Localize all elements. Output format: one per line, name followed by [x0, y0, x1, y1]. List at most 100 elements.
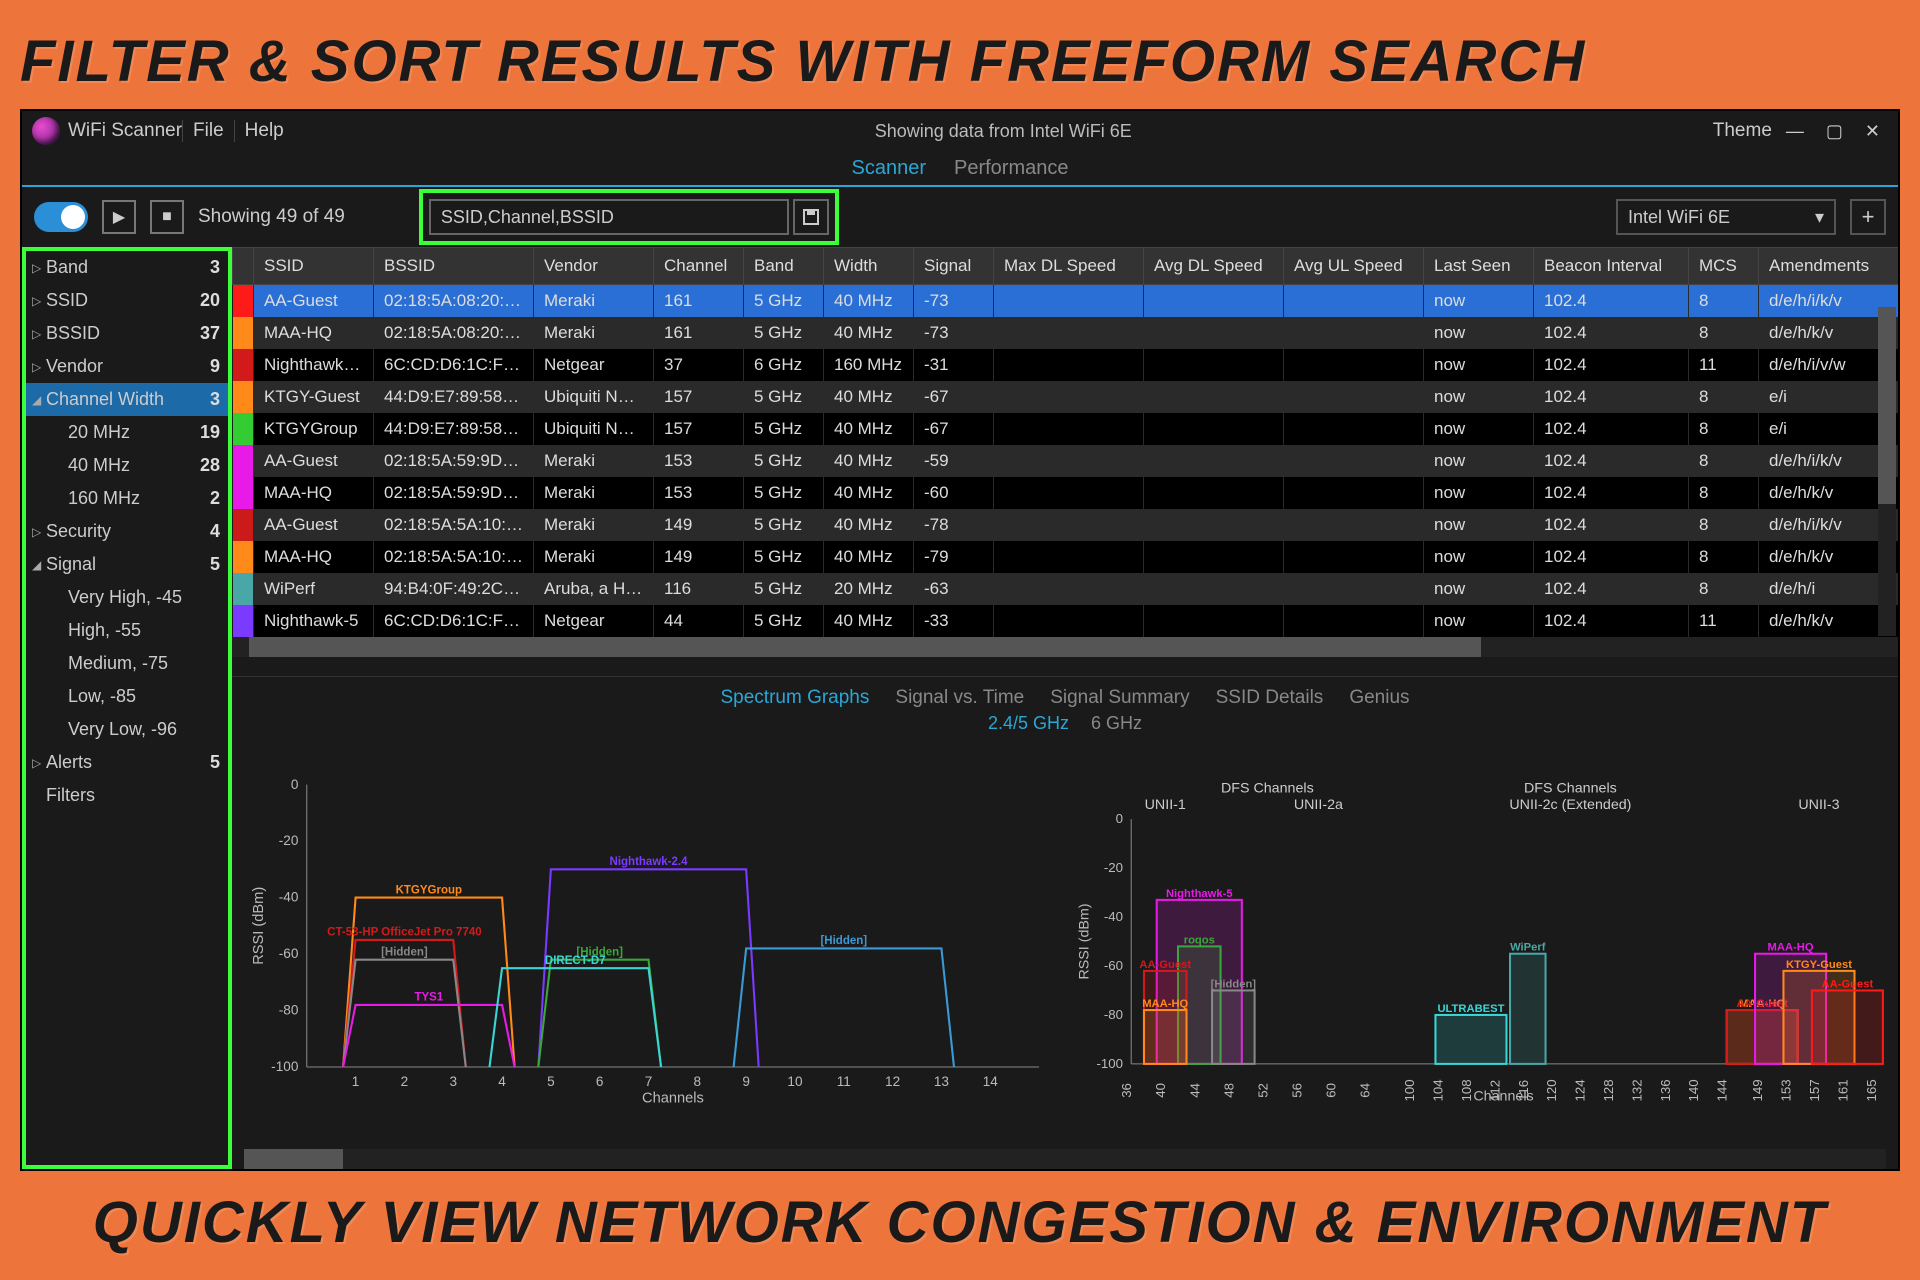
column-header[interactable]: Max DL Speed	[994, 248, 1144, 285]
svg-text:64: 64	[1357, 1083, 1372, 1098]
svg-text:136: 136	[1658, 1079, 1673, 1101]
column-header[interactable]: Channel	[654, 248, 744, 285]
svg-text:[Hidden]: [Hidden]	[381, 947, 428, 959]
sidebar-item[interactable]: ◢Channel Width3	[26, 383, 228, 416]
column-header[interactable]: Vendor	[534, 248, 654, 285]
bottom-banner: QUICKLY VIEW NETWORK CONGESTION & ENVIRO…	[20, 1171, 1900, 1260]
table-row[interactable]: Nighthawk-6G6C:CD:D6:1C:FF:A5Netgear376 …	[233, 349, 1899, 381]
svg-text:AA-Guest: AA-Guest	[1139, 959, 1191, 971]
tab-genius[interactable]: Genius	[1349, 687, 1409, 709]
tab-ssid-details[interactable]: SSID Details	[1216, 687, 1324, 709]
sidebar-item[interactable]: Medium, -75	[26, 647, 228, 680]
tab-signal-summary[interactable]: Signal Summary	[1050, 687, 1189, 709]
tab-24-5ghz[interactable]: 2.4/5 GHz	[988, 713, 1069, 734]
table-row[interactable]: AA-Guest02:18:5A:5A:10:31Meraki1495 GHz4…	[233, 509, 1899, 541]
close-icon[interactable]: ✕	[1865, 121, 1880, 142]
adapter-select[interactable]: Intel WiFi 6E ▾	[1616, 199, 1836, 235]
svg-text:-40: -40	[1104, 909, 1123, 924]
band-tabs: 2.4/5 GHz 6 GHz	[232, 713, 1898, 740]
column-header[interactable]: Avg UL Speed	[1284, 248, 1424, 285]
svg-text:[Hidden]: [Hidden]	[820, 935, 867, 947]
column-header[interactable]: Amendments	[1759, 248, 1899, 285]
menu-file[interactable]: File	[182, 120, 234, 142]
spectrum-graph-5ghz: 0-20-40-60-80-10036404448525660641001041…	[1070, 746, 1886, 1137]
search-container	[419, 189, 839, 245]
column-header[interactable]: SSID	[254, 248, 374, 285]
column-header[interactable]	[233, 248, 254, 285]
sidebar-item[interactable]: ▷Band3	[26, 251, 228, 284]
add-button[interactable]: +	[1850, 199, 1886, 235]
stop-button[interactable]: ■	[150, 200, 184, 234]
save-search-button[interactable]	[793, 199, 829, 235]
sidebar-item[interactable]: ▷SSID20	[26, 284, 228, 317]
tab-signal-vs-time[interactable]: Signal vs. Time	[895, 687, 1024, 709]
bottom-hscrollbar[interactable]	[244, 1149, 1886, 1169]
table-row[interactable]: KTGY-Guest44:D9:E7:89:58:51Ubiquiti Netw…	[233, 381, 1899, 413]
search-input[interactable]	[429, 199, 789, 235]
table-row[interactable]: KTGYGroup44:D9:E7:89:58:50Ubiquiti Netwo…	[233, 413, 1899, 445]
table-row[interactable]: MAA-HQ02:18:5A:08:20:C0Meraki1615 GHz40 …	[233, 317, 1899, 349]
svg-text:4: 4	[498, 1074, 506, 1089]
svg-text:roqos: roqos	[1184, 934, 1215, 946]
svg-text:56: 56	[1289, 1083, 1304, 1098]
table-hscrollbar[interactable]	[232, 637, 1898, 657]
svg-text:-60: -60	[279, 946, 299, 961]
column-header[interactable]: Last Seen	[1424, 248, 1534, 285]
svg-text:13: 13	[934, 1074, 949, 1089]
column-header[interactable]: Beacon Interval	[1534, 248, 1689, 285]
wifi-scanner-window: WiFi Scanner File Help Showing data from…	[20, 109, 1900, 1171]
menu-help[interactable]: Help	[234, 120, 294, 142]
svg-text:149: 149	[1750, 1079, 1765, 1101]
column-header[interactable]: Width	[824, 248, 914, 285]
table-row[interactable]: AA-Guest02:18:5A:59:9D:31Meraki1535 GHz4…	[233, 445, 1899, 477]
column-header[interactable]: Signal	[914, 248, 994, 285]
svg-text:Nighthawk-5: Nighthawk-5	[1166, 888, 1233, 900]
sidebar-item[interactable]: Very Low, -96	[26, 713, 228, 746]
svg-text:165: 165	[1864, 1079, 1879, 1101]
table-row[interactable]: Nighthawk-56C:CD:D6:1C:FF:A7Netgear445 G…	[233, 605, 1899, 637]
column-header[interactable]: Band	[744, 248, 824, 285]
svg-text:9: 9	[742, 1074, 750, 1089]
svg-text:157: 157	[1807, 1079, 1822, 1101]
titlebar: WiFi Scanner File Help Showing data from…	[22, 111, 1898, 151]
svg-text:UNII-1: UNII-1	[1145, 797, 1186, 813]
column-header[interactable]: Avg DL Speed	[1144, 248, 1284, 285]
svg-text:7: 7	[645, 1074, 653, 1089]
play-button[interactable]: ▶	[102, 200, 136, 234]
minimize-icon[interactable]: —	[1786, 121, 1804, 142]
sidebar-item[interactable]: ◢Signal5	[26, 548, 228, 581]
sidebar-item[interactable]: Low, -85	[26, 680, 228, 713]
table-row[interactable]: MAA-HQ02:18:5A:59:9D:30Meraki1535 GHz40 …	[233, 477, 1899, 509]
svg-text:-60: -60	[1104, 958, 1123, 973]
svg-text:14: 14	[983, 1074, 999, 1089]
sidebar-item[interactable]: ▷BSSID37	[26, 317, 228, 350]
table-row[interactable]: AA-Guest02:18:5A:08:20:C1Meraki1615 GHz4…	[233, 285, 1899, 318]
sidebar-item[interactable]: Filters	[26, 779, 228, 812]
maximize-icon[interactable]: ▢	[1826, 121, 1843, 142]
table-row[interactable]: WiPerf94:B4:0F:49:2C:50Aruba, a Hewle116…	[233, 573, 1899, 605]
sidebar-item[interactable]: 40 MHz28	[26, 449, 228, 482]
svg-text:48: 48	[1221, 1083, 1236, 1098]
sidebar-item[interactable]: ▷Alerts5	[26, 746, 228, 779]
table-vscrollbar[interactable]	[1878, 307, 1896, 636]
svg-text:128: 128	[1601, 1079, 1616, 1101]
filter-sidebar: ▷Band3▷SSID20▷BSSID37▷Vendor9◢Channel Wi…	[22, 247, 232, 1169]
column-header[interactable]: MCS	[1689, 248, 1759, 285]
table-row[interactable]: MAA-HQ02:18:5A:5A:10:30Meraki1495 GHz40 …	[233, 541, 1899, 573]
theme-label[interactable]: Theme	[1713, 120, 1772, 142]
svg-text:CT-53-HP OfficeJet Pro 7740: CT-53-HP OfficeJet Pro 7740	[327, 927, 481, 939]
tab-performance[interactable]: Performance	[954, 157, 1069, 180]
column-header[interactable]: BSSID	[374, 248, 534, 285]
sidebar-item[interactable]: High, -55	[26, 614, 228, 647]
sidebar-item[interactable]: 160 MHz2	[26, 482, 228, 515]
sidebar-item[interactable]: Very High, -45	[26, 581, 228, 614]
tab-6ghz[interactable]: 6 GHz	[1091, 713, 1142, 734]
svg-text:5: 5	[547, 1074, 555, 1089]
graph-tabs: Spectrum Graphs Signal vs. Time Signal S…	[232, 677, 1898, 713]
sidebar-item[interactable]: 20 MHz19	[26, 416, 228, 449]
tab-scanner[interactable]: Scanner	[852, 157, 927, 180]
sidebar-item[interactable]: ▷Vendor9	[26, 350, 228, 383]
tab-spectrum-graphs[interactable]: Spectrum Graphs	[720, 687, 869, 709]
scan-toggle[interactable]	[34, 202, 88, 232]
sidebar-item[interactable]: ▷Security4	[26, 515, 228, 548]
